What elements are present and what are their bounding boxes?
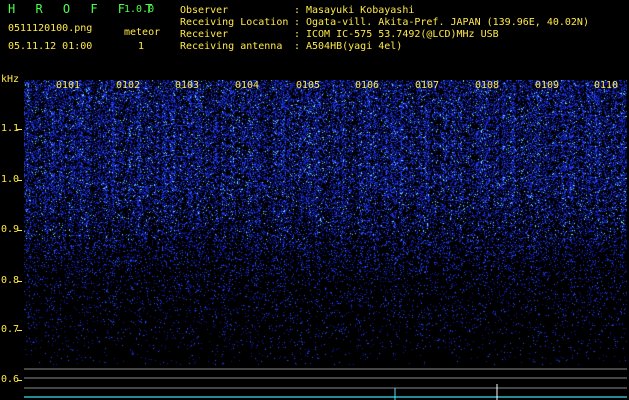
antenna-value: A504HB(yagi 4el) — [306, 41, 403, 52]
y-tick-mark — [17, 330, 22, 331]
observer-colon: : — [294, 5, 301, 16]
spectrogram-overlay — [24, 368, 627, 400]
antenna-colon: : — [294, 41, 301, 52]
spectrogram-plot — [24, 80, 627, 400]
app-version: 1.0.0 — [124, 4, 155, 15]
time-label: 0106 — [355, 80, 380, 91]
hroft-viewer-window: H R O F F T 1.0.0 0511120100.png meteor … — [0, 0, 629, 400]
receiver-value: ICOM IC-575 53.7492(@LCD)MHz USB — [306, 29, 499, 40]
receiver-key: Receiver — [180, 29, 229, 40]
y-tick-mark — [17, 180, 22, 181]
y-tick-mark — [17, 230, 22, 231]
meteor-count: 1 — [138, 41, 145, 52]
antenna-key: Receiving antenna — [180, 41, 283, 52]
file-name: 0511120100.png — [8, 23, 93, 34]
time-label: 0105 — [296, 80, 321, 91]
location-value: Ogata-vill. Akita-Pref. JAPAN (139.96E, … — [306, 17, 589, 28]
y-axis-unit: kHz — [1, 74, 20, 85]
observer-key: Observer — [180, 5, 229, 16]
time-label: 0107 — [415, 80, 440, 91]
meteor-label: meteor — [124, 27, 161, 38]
time-label: 0108 — [475, 80, 500, 91]
time-label: 0110 — [594, 80, 619, 91]
location-colon: : — [294, 17, 301, 28]
observation-datetime: 05.11.12 01:00 — [8, 41, 93, 52]
location-key: Receiving Location — [180, 17, 289, 28]
y-tick-mark — [17, 281, 22, 282]
observer-value: Masayuki Kobayashi — [306, 5, 415, 16]
time-label: 0102 — [116, 80, 141, 91]
time-label: 0103 — [175, 80, 200, 91]
receiver-colon: : — [294, 29, 301, 40]
time-label: 0104 — [235, 80, 260, 91]
time-label: 0109 — [535, 80, 560, 91]
y-tick-mark — [17, 129, 22, 130]
time-label: 0101 — [56, 80, 81, 91]
y-tick-mark — [17, 380, 22, 381]
